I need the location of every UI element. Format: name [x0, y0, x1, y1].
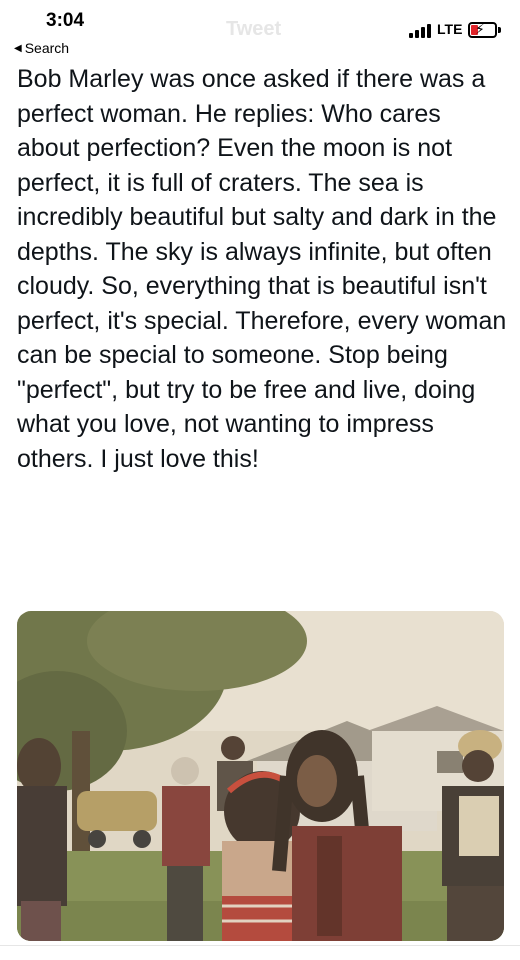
battery-cap [498, 27, 501, 33]
network-type: LTE [437, 21, 463, 37]
tweet-detail-screen: 3:04 Tweet LTE ⚡ ◀ Search Bob Marley was… [0, 0, 520, 960]
status-bar: 3:04 Tweet LTE ⚡ [0, 0, 520, 40]
bottom-bar [0, 945, 520, 960]
status-time: 3:04 [46, 10, 85, 31]
battery-charging-icon: ⚡ [468, 21, 497, 38]
cellular-signal-icon [409, 24, 433, 38]
header-title: Tweet [226, 18, 282, 40]
back-to-search-button[interactable]: ◀ Search [14, 40, 69, 56]
tweet-photo[interactable] [17, 611, 504, 941]
back-triangle-icon: ◀ [14, 42, 22, 54]
photo-illustration [17, 611, 504, 941]
tweet-text: Bob Marley was once asked if there was a… [17, 65, 514, 473]
back-label: Search [24, 40, 70, 56]
